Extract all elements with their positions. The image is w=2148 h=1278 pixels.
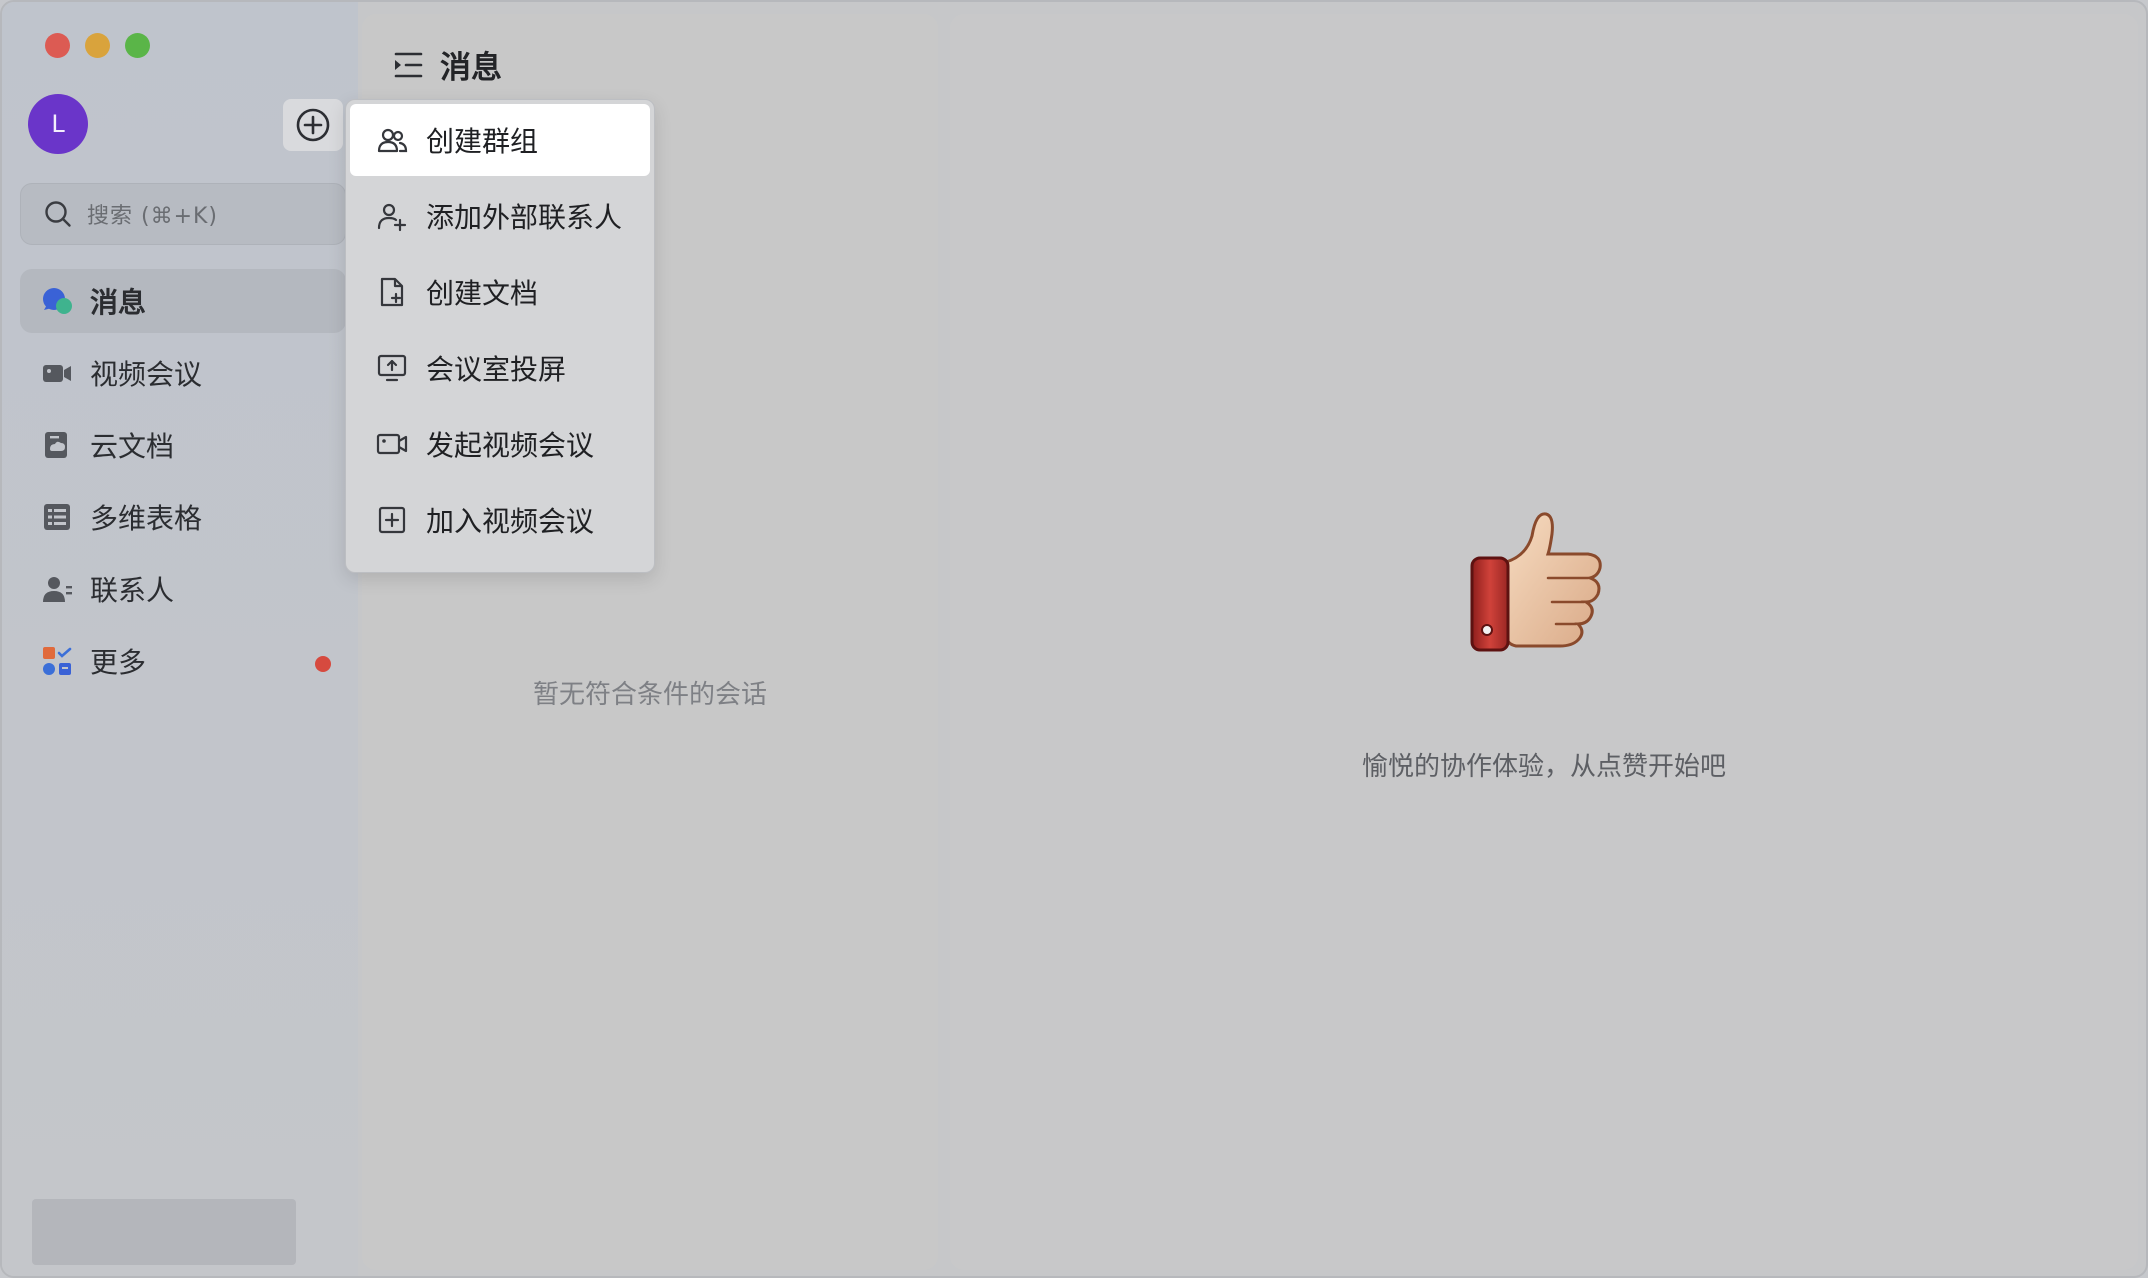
group-icon [377, 128, 408, 153]
menu-item-add-external-contact[interactable]: 添加外部联系人 [350, 180, 650, 252]
menu-item-room-screen-share[interactable]: 会议室投屏 [350, 332, 650, 404]
sidebar-item-label: 多维表格 [90, 502, 203, 535]
sidebar-item-cloud-docs[interactable]: 云文档 [20, 413, 346, 477]
menu-item-create-document[interactable]: 创建文档 [350, 256, 650, 328]
add-dropdown-menu: 创建群组 添加外部联系人 创建文档 会议室投屏 发起视频会议 加入视频会议 [345, 99, 655, 573]
search-placeholder: 搜索 (⌘+K) [87, 204, 219, 229]
avatar[interactable]: L [28, 94, 88, 154]
new-document-icon [380, 277, 404, 307]
empty-state-caption: 愉悦的协作体验，从点赞开始吧 [1361, 752, 1726, 782]
menu-item-join-video-meeting[interactable]: 加入视频会议 [350, 484, 650, 556]
menu-item-label: 创建群组 [426, 125, 539, 158]
menu-item-label: 发起视频会议 [426, 429, 595, 462]
page-title: 消息 [440, 50, 502, 86]
menu-item-label: 加入视频会议 [426, 505, 595, 538]
chat-bubble-icon [43, 288, 72, 314]
sidebar-item-label: 视频会议 [90, 358, 203, 391]
sidebar-item-label: 消息 [90, 286, 147, 319]
sidebar-nav: 消息 视频会议 云文档 多维表格 联系人 更多 [20, 269, 346, 701]
close-window-button[interactable] [45, 33, 70, 58]
cloud-doc-icon [45, 432, 67, 458]
sidebar-item-label: 云文档 [90, 430, 175, 463]
sidebar: L 搜索 (⌘+K) 消息 视频会议 云文档 多维表格 联系人 更多 [2, 2, 358, 1276]
collapse-menu-icon[interactable] [392, 49, 424, 81]
search-icon [45, 201, 71, 227]
zoom-window-button[interactable] [125, 33, 150, 58]
apps-grid-icon [43, 647, 72, 675]
plus-circle-icon [296, 108, 330, 142]
sidebar-item-contacts[interactable]: 联系人 [20, 557, 346, 621]
menu-item-create-group[interactable]: 创建群组 [350, 104, 650, 176]
menu-item-label: 添加外部联系人 [426, 201, 623, 234]
menu-item-start-video-meeting[interactable]: 发起视频会议 [350, 408, 650, 480]
sidebar-item-more[interactable]: 更多 [20, 629, 346, 693]
video-camera-icon [43, 365, 71, 382]
minimize-window-button[interactable] [85, 33, 110, 58]
menu-item-label: 创建文档 [426, 277, 539, 310]
sidebar-item-video-meetings[interactable]: 视频会议 [20, 341, 346, 405]
pane-header: 消息 [392, 42, 502, 87]
thumbs-up-icon [1470, 512, 1602, 652]
detail-pane: 愉悦的协作体验，从点赞开始吧 [950, 14, 2138, 1270]
app-window: L 搜索 (⌘+K) 消息 视频会议 云文档 多维表格 联系人 更多 消息 暂无… [0, 0, 2148, 1278]
avatar-initial: L [51, 110, 65, 138]
video-call-icon [376, 433, 408, 455]
notification-badge [315, 656, 331, 672]
sidebar-item-label: 联系人 [90, 574, 175, 607]
join-meeting-icon [378, 506, 406, 534]
add-contact-icon [377, 203, 407, 232]
sidebar-footer-placeholder [32, 1199, 296, 1265]
table-icon [44, 504, 70, 530]
screen-share-icon [377, 354, 407, 382]
search-input[interactable]: 搜索 (⌘+K) [20, 183, 346, 245]
add-button[interactable] [283, 99, 343, 151]
contacts-icon [43, 577, 72, 602]
sidebar-item-messages[interactable]: 消息 [20, 269, 346, 333]
sidebar-item-bitable[interactable]: 多维表格 [20, 485, 346, 549]
empty-state-text: 暂无符合条件的会话 [532, 680, 767, 710]
sidebar-item-label: 更多 [90, 646, 147, 679]
menu-item-label: 会议室投屏 [426, 353, 567, 386]
